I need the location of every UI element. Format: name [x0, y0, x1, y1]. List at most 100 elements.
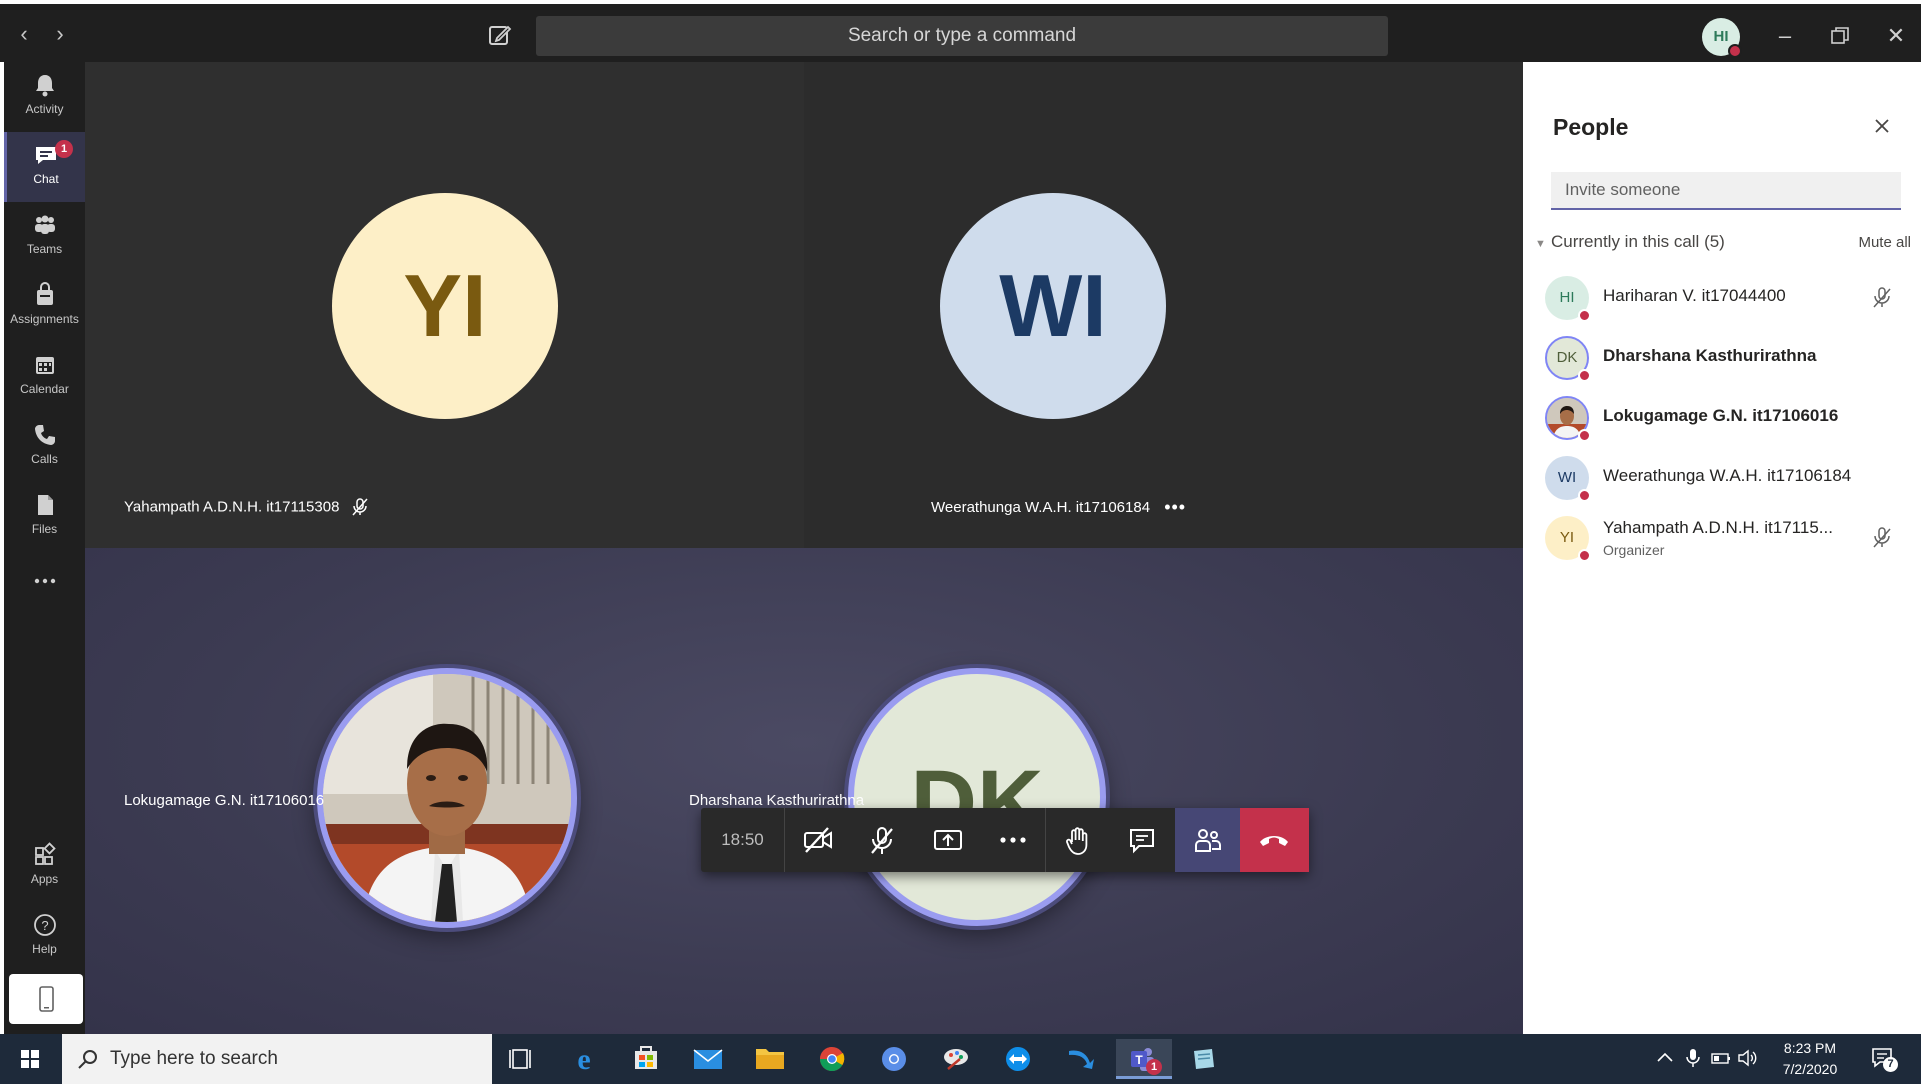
people-icon [1195, 829, 1221, 852]
close-panel-icon[interactable] [1870, 114, 1894, 138]
rail-item-files[interactable]: Files [4, 482, 85, 552]
store-icon[interactable] [620, 1039, 672, 1079]
command-search-input[interactable]: Search or type a command [536, 16, 1388, 56]
status-busy-dot [1728, 44, 1742, 58]
teams-icon [34, 215, 55, 234]
participant-name: Weerathunga W.A.H. it17106184 [1603, 466, 1852, 485]
participant-name-label: Yahampath A.D.N.H. it17115308 [124, 497, 370, 517]
video-tile-weerathunga[interactable]: WI Weerathunga W.A.H. it17106184 ••• [804, 62, 1523, 548]
rail-item-chat[interactable]: Chat 1 [4, 132, 85, 202]
participant-role: Organizer [1603, 542, 1665, 558]
participant-row[interactable]: DK Dharshana Kasthurirathna [1545, 328, 1905, 386]
microphone-tray-icon[interactable] [1682, 1047, 1704, 1069]
teams-notification-badge: 1 [1146, 1059, 1162, 1075]
action-center-icon[interactable]: 7 [1870, 1046, 1900, 1072]
share-screen-button[interactable] [915, 808, 980, 872]
restore-icon[interactable] [1826, 22, 1854, 50]
show-hidden-icons-icon[interactable] [1654, 1047, 1676, 1069]
taskbar-search-box[interactable]: Type here to search [62, 1034, 492, 1084]
rail-item-activity[interactable]: Activity [4, 62, 85, 132]
rail-item-help[interactable]: ? Help [4, 902, 85, 972]
app-rail: Activity Chat 1 Teams Assignments Calend… [0, 62, 85, 1034]
file-explorer-icon[interactable] [744, 1039, 796, 1079]
mic-off-icon[interactable] [1871, 286, 1893, 310]
rail-item-calls[interactable]: Calls [4, 412, 85, 482]
mic-off-icon[interactable] [1871, 526, 1893, 550]
title-bar: ‹ › Search or type a command HI – ✕ [0, 0, 1921, 62]
participant-row[interactable]: WI Weerathunga W.A.H. it17106184 [1545, 448, 1905, 506]
start-button[interactable] [0, 1034, 60, 1084]
mic-off-icon [352, 498, 368, 516]
participant-name: Yahampath A.D.N.H. it17115... [1603, 518, 1833, 537]
participant-row[interactable]: YI Yahampath A.D.N.H. it17115... Organiz… [1545, 508, 1905, 566]
volume-icon[interactable] [1736, 1047, 1758, 1069]
mic-toggle-button[interactable] [850, 808, 915, 872]
apps-icon [34, 842, 56, 865]
chat-badge: 1 [55, 140, 73, 158]
edge-browser-icon[interactable]: e [558, 1039, 610, 1079]
call-controls-bar: 18:50 [701, 808, 1309, 872]
participant-avatar: YI [332, 193, 558, 419]
status-busy-dot [1578, 309, 1591, 322]
task-view-icon[interactable] [496, 1039, 548, 1079]
participant-row[interactable]: Lokugamage G.N. it17106016 [1545, 388, 1905, 446]
mute-all-button[interactable]: Mute all [1858, 234, 1911, 251]
status-busy-dot [1578, 429, 1591, 442]
participant-name: Dharshana Kasthurirathna [1603, 346, 1817, 365]
forward-arrow-icon[interactable]: › [48, 22, 72, 46]
rail-item-apps[interactable]: Apps [4, 832, 85, 902]
in-call-section-header[interactable]: ▼ Currently in this call (5) [1535, 232, 1911, 256]
back-arrow-icon[interactable]: ‹ [12, 22, 36, 46]
participant-photo-avatar[interactable] [317, 668, 577, 928]
hang-up-button[interactable] [1240, 808, 1309, 872]
collapse-caret-icon: ▼ [1535, 238, 1546, 250]
more-actions-button[interactable] [980, 808, 1045, 872]
rail-item-assignments[interactable]: Assignments [4, 272, 85, 342]
paint-icon[interactable] [930, 1039, 982, 1079]
share-tray-icon [934, 830, 962, 850]
bell-icon [35, 75, 54, 97]
chromium-icon[interactable] [868, 1039, 920, 1079]
battery-icon[interactable] [1710, 1047, 1732, 1069]
svg-text:e: e [577, 1043, 590, 1076]
camera-toggle-button[interactable] [785, 808, 850, 872]
teams-taskbar-icon[interactable]: T 1 [1116, 1039, 1172, 1079]
participant-avatar: WI [940, 193, 1166, 419]
mail-icon[interactable] [682, 1039, 734, 1079]
phone-icon [34, 425, 55, 445]
svg-text:T: T [1135, 1053, 1143, 1067]
participants-button[interactable] [1175, 808, 1240, 872]
meeting-stage: YI Yahampath A.D.N.H. it17115308 WI Weer… [85, 62, 1523, 1034]
help-icon: ? [33, 914, 56, 936]
compose-icon[interactable] [487, 22, 513, 48]
taskbar-clock[interactable]: 8:23 PM 7/2/2020 [1770, 1038, 1850, 1080]
mic-off-icon [871, 827, 893, 854]
invite-someone-input[interactable] [1551, 172, 1901, 210]
rail-item-teams[interactable]: Teams [4, 202, 85, 272]
chat-panel-button[interactable] [1110, 808, 1175, 872]
status-busy-dot [1578, 369, 1591, 382]
video-tile-yahampath[interactable]: YI Yahampath A.D.N.H. it17115308 [85, 62, 804, 548]
chat-bubble-icon [1130, 829, 1154, 854]
hang-up-icon [1260, 836, 1288, 846]
participant-row[interactable]: HI Hariharan V. it17044400 [1545, 268, 1905, 326]
more-icon [1000, 837, 1026, 843]
more-options-icon[interactable]: ••• [1164, 497, 1186, 517]
app-arrow-icon[interactable] [1054, 1039, 1106, 1079]
files-icon [37, 495, 53, 515]
participant-avatar-speaking[interactable]: DK [848, 668, 1106, 926]
svg-text:?: ? [41, 918, 48, 933]
participant-name-label: Dharshana Kasthurirathna [689, 792, 865, 809]
assignments-icon [36, 282, 53, 305]
notepad-icon[interactable] [1178, 1039, 1230, 1079]
minimize-icon[interactable]: – [1771, 22, 1799, 50]
close-icon[interactable]: ✕ [1882, 22, 1910, 50]
rail-more-button[interactable] [4, 562, 85, 602]
teamviewer-icon[interactable] [992, 1039, 1044, 1079]
mobile-download-button[interactable] [9, 974, 83, 1024]
rail-item-calendar[interactable]: Calendar [4, 342, 85, 412]
status-busy-dot [1578, 549, 1591, 562]
participant-name: Hariharan V. it17044400 [1603, 286, 1786, 305]
raise-hand-button[interactable] [1045, 808, 1110, 872]
chrome-icon[interactable] [806, 1039, 858, 1079]
